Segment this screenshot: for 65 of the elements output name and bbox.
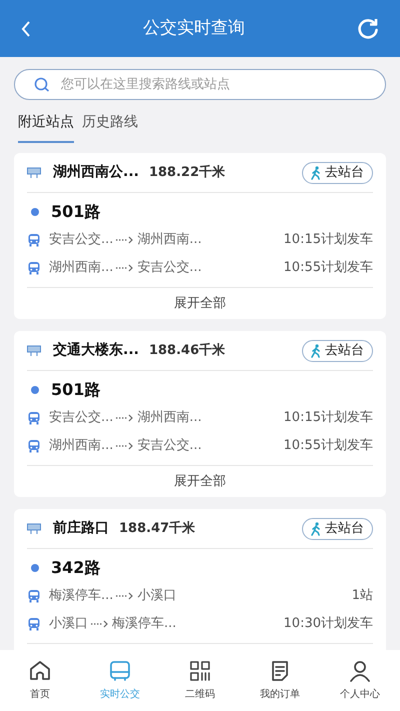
bus-stop-sign-icon (27, 344, 41, 356)
home-icon (28, 659, 52, 683)
route-name: 342路 (51, 556, 100, 578)
departure-info: 1站 (352, 587, 373, 606)
back-icon[interactable] (20, 20, 32, 38)
origin-stop: 湖州西南... (49, 437, 114, 456)
nav-tab[interactable]: 我的订单 (240, 659, 320, 702)
origin-stop: 梅溪停车... (49, 587, 114, 606)
destination-stop: 安吉公交... (137, 259, 202, 278)
user-icon (348, 659, 372, 683)
departure-info: 10:55计划发车 (284, 259, 373, 278)
bus-icon (27, 617, 41, 631)
go-to-station-button[interactable]: 去站台 (302, 340, 373, 362)
destination-stop: 小溪口 (137, 587, 176, 606)
origin-stop: 安吉公交... (49, 409, 114, 428)
station-name: 交通大楼东... (53, 340, 139, 360)
destination-stop: 梅溪停车... (112, 615, 176, 634)
nav-tab[interactable]: 首页 (0, 659, 80, 702)
station-name: 湖州西南公... (53, 163, 139, 182)
destination-stop: 湖州西南... (137, 231, 202, 250)
tab[interactable]: 历史路线 (82, 112, 138, 143)
departure-info: 10:30计划发车 (284, 615, 373, 634)
origin-stop: 小溪口 (49, 615, 88, 634)
dotted-arrow-icon (115, 235, 136, 245)
search-icon (34, 77, 50, 93)
walking-person-icon (311, 344, 321, 358)
distance-text: 188.47千米 (119, 520, 196, 538)
distance-text: 188.22千米 (148, 164, 226, 182)
dotted-arrow-icon (115, 263, 136, 273)
page-title: 公交实时查询 (143, 16, 245, 40)
bus-icon (27, 439, 41, 453)
bus-stop-sign-icon (27, 522, 41, 534)
refresh-icon[interactable] (356, 16, 380, 40)
bus-icon (27, 589, 41, 603)
go-to-station-button[interactable]: 去站台 (302, 518, 373, 540)
bus-icon (27, 261, 41, 275)
nav-tab[interactable]: 二维码 (160, 659, 240, 702)
bus-icon (27, 411, 41, 425)
qr-code-icon (188, 659, 212, 683)
search-field[interactable]: 您可以在这里搜索路线或站点 (14, 69, 386, 100)
origin-stop: 湖州西南... (49, 259, 114, 278)
station-name: 前庄路口 (53, 518, 109, 538)
expand-all-link[interactable]: 展开全部 (174, 294, 226, 314)
departure-info: 10:15计划发车 (284, 231, 373, 250)
origin-stop: 安吉公交... (49, 231, 114, 250)
dotted-arrow-icon (115, 591, 136, 601)
bus-icon (27, 233, 41, 247)
distance-text: 188.46千米 (148, 342, 226, 360)
route-name: 501路 (51, 200, 100, 222)
go-to-station-button[interactable]: 去站台 (302, 162, 373, 184)
bus-icon (108, 659, 132, 683)
dotted-arrow-icon (90, 619, 110, 629)
bus-stop-sign-icon (27, 166, 41, 178)
departure-info: 10:15计划发车 (284, 409, 373, 428)
destination-stop: 安吉公交... (137, 437, 202, 456)
route-name: 501路 (51, 378, 100, 400)
tab[interactable]: 附近站点 (18, 112, 74, 143)
nav-tab[interactable]: 个人中心 (320, 659, 400, 702)
destination-stop: 湖州西南... (137, 409, 202, 428)
walking-person-icon (311, 522, 321, 536)
departure-info: 10:55计划发车 (284, 437, 373, 456)
walking-person-icon (311, 166, 321, 180)
expand-all-link[interactable]: 展开全部 (174, 472, 226, 492)
dotted-arrow-icon (115, 441, 136, 451)
dotted-arrow-icon (115, 413, 136, 423)
